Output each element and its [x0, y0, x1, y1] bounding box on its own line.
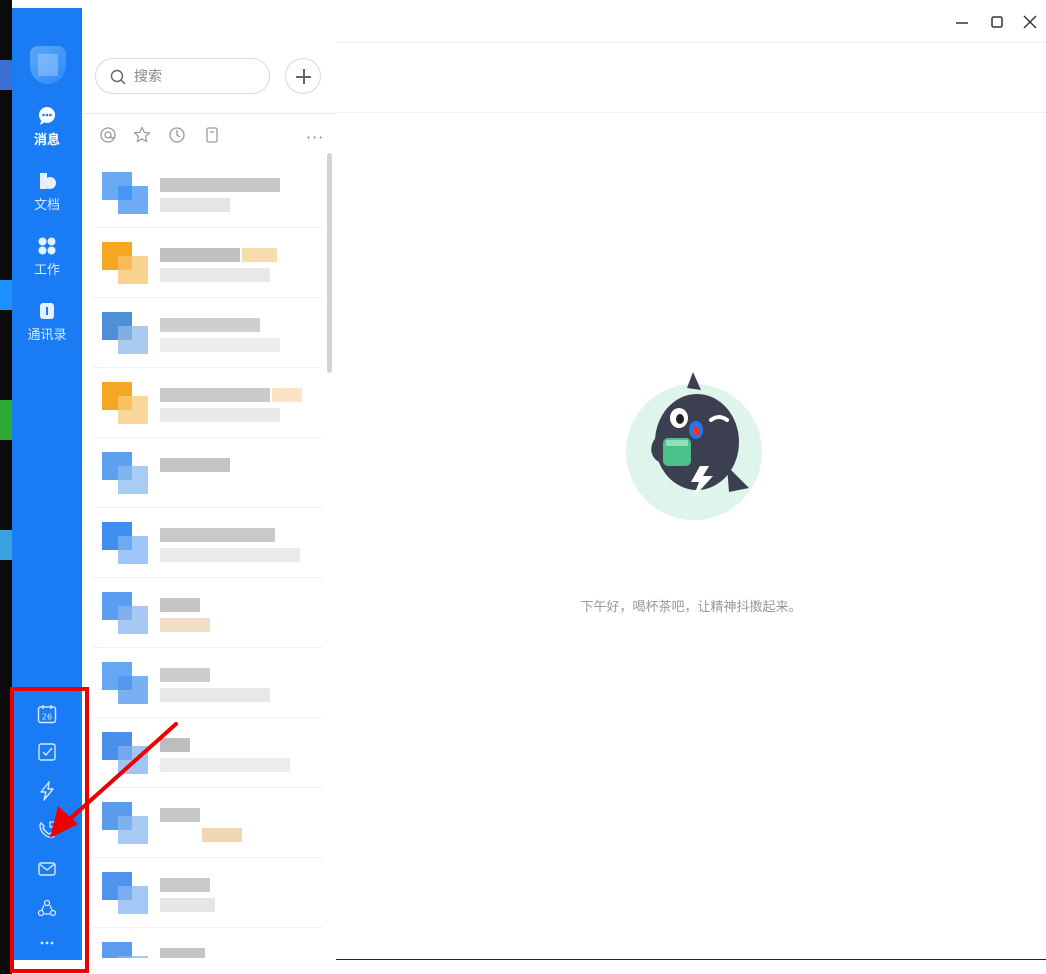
list-item[interactable]	[92, 228, 322, 298]
list-item[interactable]	[92, 928, 322, 958]
more-apps-icon[interactable]	[37, 933, 57, 953]
list-item[interactable]	[92, 158, 322, 228]
list-item[interactable]	[92, 578, 322, 648]
content-header	[336, 42, 1046, 113]
calendar-icon[interactable]: 26	[37, 704, 57, 724]
app-logo	[30, 46, 66, 84]
mascot-illustration	[626, 372, 762, 520]
main-content: 下午好，喝杯茶吧，让精神抖擞起来。	[336, 0, 1046, 960]
maximize-icon[interactable]	[987, 12, 1007, 32]
list-item[interactable]	[92, 368, 322, 438]
calendar-badge: 26	[42, 713, 52, 722]
avatar	[102, 662, 148, 704]
nav-item-label: 消息	[33, 133, 60, 148]
avatar	[102, 732, 148, 774]
search-box[interactable]	[95, 58, 270, 94]
avatar	[102, 522, 148, 564]
list-item[interactable]	[92, 298, 322, 368]
more-filters-button[interactable]: ···	[306, 128, 324, 147]
list-item[interactable]	[92, 438, 322, 508]
bookmark-icon[interactable]	[203, 126, 221, 144]
minimize-icon[interactable]	[952, 12, 972, 32]
avatar	[102, 872, 148, 914]
greeting-text: 下午好，喝杯茶吧，让精神抖擞起来。	[580, 600, 802, 615]
avatar	[102, 172, 148, 214]
contacts-icon	[40, 303, 54, 319]
close-icon[interactable]	[1020, 12, 1040, 32]
avatar	[102, 312, 148, 354]
nav-item-workspace[interactable]: 工作	[12, 236, 82, 278]
avatar	[102, 452, 148, 494]
phone-call-icon[interactable]	[37, 820, 57, 840]
avatar	[102, 802, 148, 844]
nav-item-label: 工作	[33, 263, 60, 278]
mail-icon[interactable]	[37, 859, 57, 879]
add-button[interactable]	[285, 58, 321, 94]
window-bottom-edge	[336, 959, 1046, 960]
search-icon	[110, 69, 126, 85]
star-icon[interactable]	[133, 126, 151, 144]
nav-item-messages[interactable]: 消息	[12, 106, 82, 148]
todo-icon[interactable]	[37, 742, 57, 762]
avatar	[102, 242, 148, 284]
nav-item-label: 通讯录	[27, 328, 67, 343]
team-icon[interactable]	[37, 898, 57, 918]
list-item[interactable]	[92, 858, 322, 928]
left-nav-sidebar: 消息 文档 工作 通讯录 26	[12, 8, 82, 960]
nav-item-documents[interactable]: 文档	[12, 171, 82, 213]
avatar	[102, 942, 148, 958]
list-item[interactable]	[92, 648, 322, 718]
avatar	[102, 382, 148, 424]
workspace-icon	[38, 237, 56, 255]
message-icon	[39, 107, 55, 125]
window-titlebar	[336, 0, 1046, 43]
nav-item-label: 文档	[33, 198, 60, 213]
list-item[interactable]	[92, 788, 322, 858]
filter-bar: ···	[82, 113, 336, 158]
list-scrollbar[interactable]	[327, 153, 332, 373]
desktop-background	[0, 0, 12, 974]
list-item[interactable]	[92, 508, 322, 578]
clock-icon[interactable]	[168, 126, 186, 144]
conversation-panel: ···	[82, 8, 337, 960]
conversation-list	[92, 158, 322, 958]
nav-item-contacts[interactable]: 通讯录	[12, 301, 82, 343]
list-item[interactable]	[92, 718, 322, 788]
search-input[interactable]	[132, 66, 256, 88]
avatar	[102, 592, 148, 634]
flash-icon[interactable]	[37, 781, 57, 801]
at-icon[interactable]	[99, 126, 117, 144]
document-icon	[40, 173, 56, 189]
